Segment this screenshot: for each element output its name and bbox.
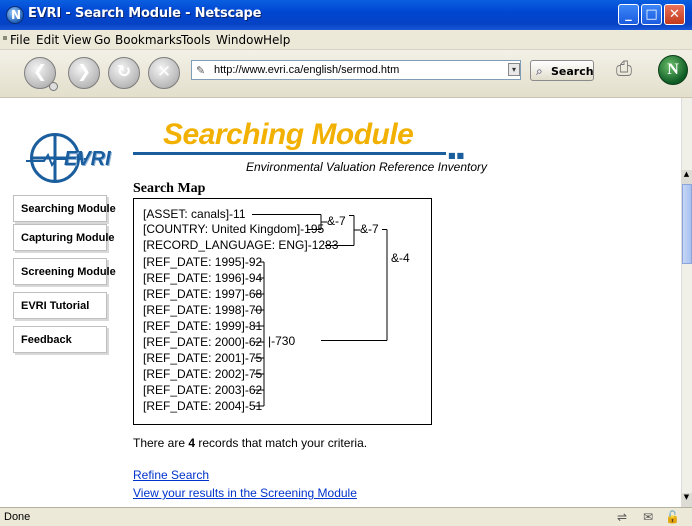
mail-icon[interactable]: ✉ — [643, 510, 653, 524]
sidenav-capturing-module[interactable]: Capturing Module — [13, 224, 115, 251]
map-term: [REF_DATE: 1997]-68 — [143, 287, 263, 301]
refine-search-link[interactable]: Refine Search — [133, 468, 209, 482]
sidenav-feedback[interactable]: Feedback — [13, 326, 107, 353]
toolbar-grip — [3, 36, 7, 40]
url-field[interactable]: ✎ http://www.evri.ca/english/sermod.htm — [191, 60, 521, 80]
scroll-up-icon[interactable]: ▲ — [681, 170, 692, 184]
menu-bar: File Edit View Go Bookmarks Tools Window… — [0, 30, 692, 50]
sidenav-searching-module[interactable]: Searching Module — [13, 195, 116, 222]
search-button-label: Search — [551, 65, 594, 78]
browser-window: EVRI - Search Module - Netscape _ □ ✕ Fi… — [0, 0, 692, 526]
menu-edit[interactable]: Edit — [36, 33, 59, 47]
title-rule — [133, 152, 446, 155]
close-button[interactable]: ✕ — [664, 4, 685, 25]
scroll-down-icon[interactable]: ▼ — [681, 493, 692, 507]
map-term: [REF_DATE: 2002]-75 — [143, 367, 263, 381]
map-term: [ASSET: canals]-11 — [143, 207, 246, 221]
map-term: [REF_DATE: 2003]-62 — [143, 383, 263, 397]
maximize-button[interactable]: □ — [641, 4, 662, 25]
window-title: EVRI - Search Module - Netscape — [28, 6, 262, 21]
netscape-logo-icon[interactable]: N — [658, 55, 688, 85]
back-dropdown-icon[interactable] — [49, 82, 58, 91]
map-term: [REF_DATE: 2001]-75 — [143, 351, 263, 365]
netscape-app-icon — [6, 6, 24, 24]
scrollbar-thumb[interactable] — [682, 184, 692, 264]
search-map-title: Search Map — [133, 181, 206, 196]
result-prefix: There are — [133, 436, 189, 450]
menu-view[interactable]: View — [63, 33, 91, 47]
title-bar: EVRI - Search Module - Netscape _ □ ✕ — [0, 0, 692, 30]
magnifier-icon: ⌕ — [536, 64, 543, 78]
print-icon[interactable]: ⎙ — [616, 56, 642, 82]
vertical-scrollbar[interactable] — [681, 98, 692, 507]
map-operator: |-730 — [268, 334, 296, 348]
status-bar: Done ⇌ ✉ 🔓 — [0, 507, 692, 526]
stop-button[interactable]: ✕ — [148, 57, 180, 89]
minimize-button[interactable]: _ — [618, 4, 639, 25]
menu-go[interactable]: Go — [94, 33, 111, 47]
menu-help[interactable]: Help — [263, 33, 290, 47]
sidenav-screening-module[interactable]: Screening Module — [13, 258, 116, 285]
title-rule-dots: ■■ — [448, 151, 466, 160]
forward-arrow-icon: ❯ — [76, 62, 92, 82]
stop-icon: ✕ — [156, 62, 172, 82]
back-button[interactable]: ❮ — [24, 57, 58, 91]
map-term: [REF_DATE: 1995]-92 — [143, 255, 263, 269]
search-button[interactable]: ⌕ Search — [530, 60, 594, 81]
sidenav-evri-tutorial[interactable]: EVRI Tutorial — [13, 292, 107, 319]
back-arrow-icon: ❮ — [32, 62, 48, 82]
security-lock-icon[interactable]: 🔓 — [665, 510, 680, 524]
map-term: [REF_DATE: 2004]-51 — [143, 399, 263, 413]
map-operator: &-7 — [360, 222, 379, 236]
menu-window[interactable]: Window — [216, 33, 263, 47]
map-term: [RECORD_LANGUAGE: ENG]-1283 — [143, 238, 339, 252]
forward-button[interactable]: ❯ — [68, 57, 100, 89]
page-title: Searching Module — [163, 118, 414, 151]
connection-icon[interactable]: ⇌ — [617, 510, 627, 524]
map-term: [REF_DATE: 1999]-81 — [143, 319, 263, 333]
result-summary: There are 4 records that match your crit… — [133, 436, 367, 450]
view-results-link[interactable]: View your results in the Screening Modul… — [133, 486, 357, 500]
menu-tools[interactable]: Tools — [181, 33, 211, 47]
reload-button[interactable]: ↻ — [108, 57, 140, 89]
map-operator: &-4 — [391, 251, 410, 265]
page-subtitle: Environmental Valuation Reference Invent… — [246, 160, 488, 174]
map-operator: &-7 — [327, 214, 346, 228]
map-term: [COUNTRY: United Kingdom]-195 — [143, 222, 325, 236]
result-suffix: records that match your criteria. — [195, 436, 368, 450]
url-dropdown-icon[interactable]: ▾ — [508, 63, 520, 76]
menu-file[interactable]: File — [10, 33, 30, 47]
logo-text: EVRI — [64, 148, 111, 170]
menu-bookmarks[interactable]: Bookmarks — [115, 33, 182, 47]
map-term: [REF_DATE: 1996]-94 — [143, 271, 263, 285]
page-icon: ✎ — [196, 64, 206, 77]
reload-icon: ↻ — [116, 62, 132, 82]
map-term: [REF_DATE: 1998]-70 — [143, 303, 263, 317]
map-term: [REF_DATE: 2000]-62 — [143, 335, 263, 349]
url-text: http://www.evri.ca/english/sermod.htm — [214, 64, 400, 76]
status-text: Done — [4, 511, 31, 523]
